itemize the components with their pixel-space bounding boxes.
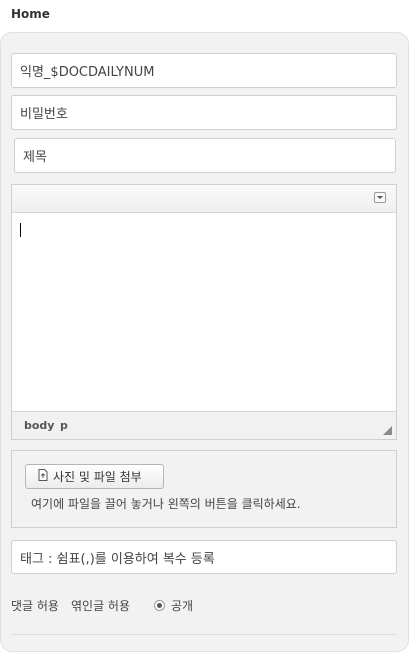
attach-hint-text: 여기에 파일을 끌어 놓거나 왼쪽의 버튼을 클릭하세요. <box>31 497 301 511</box>
editor-toolbar <box>12 185 396 213</box>
upload-icon <box>38 469 48 484</box>
allow-trackback-option[interactable]: 엮인글 허용 <box>71 597 130 614</box>
password-field[interactable]: 비밀번호 <box>11 95 397 130</box>
file-attach-area[interactable]: 사진 및 파일 첨부 여기에 파일을 끌어 놓거나 왼쪽의 버튼을 클릭하세요. <box>11 450 397 528</box>
password-field-placeholder: 비밀번호 <box>20 107 68 122</box>
name-field-placeholder: 익명_$DOCDAILYNUM <box>20 65 155 80</box>
editor-status-bar: body p <box>12 411 396 439</box>
allow-comment-option[interactable]: 댓글 허용 <box>11 597 59 614</box>
name-field[interactable]: 익명_$DOCDAILYNUM <box>11 53 397 88</box>
toolbar-toggle-icon[interactable] <box>374 192 386 203</box>
public-radio[interactable] <box>154 600 165 611</box>
resize-handle-icon[interactable] <box>383 426 392 435</box>
rich-text-editor: body p <box>11 184 397 440</box>
editor-content-area[interactable] <box>12 213 396 411</box>
attach-file-button[interactable]: 사진 및 파일 첨부 <box>25 464 164 489</box>
post-options: 댓글 허용 엮인글 허용 공개 <box>11 597 193 614</box>
text-caret <box>20 223 21 237</box>
title-field-placeholder: 제목 <box>23 150 47 165</box>
page-title: Home <box>11 7 50 21</box>
tag-field-placeholder: 태그 : 쉼표(,)를 이용하여 복수 등록 <box>20 551 215 567</box>
element-path-p[interactable]: p <box>60 419 68 432</box>
tag-field[interactable]: 태그 : 쉼표(,)를 이용하여 복수 등록 <box>11 540 397 574</box>
title-field[interactable]: 제목 <box>14 138 396 173</box>
attach-file-button-label: 사진 및 파일 첨부 <box>53 470 142 484</box>
element-path-body[interactable]: body <box>24 419 54 432</box>
divider <box>11 634 397 635</box>
public-radio-label[interactable]: 공개 <box>171 597 193 614</box>
